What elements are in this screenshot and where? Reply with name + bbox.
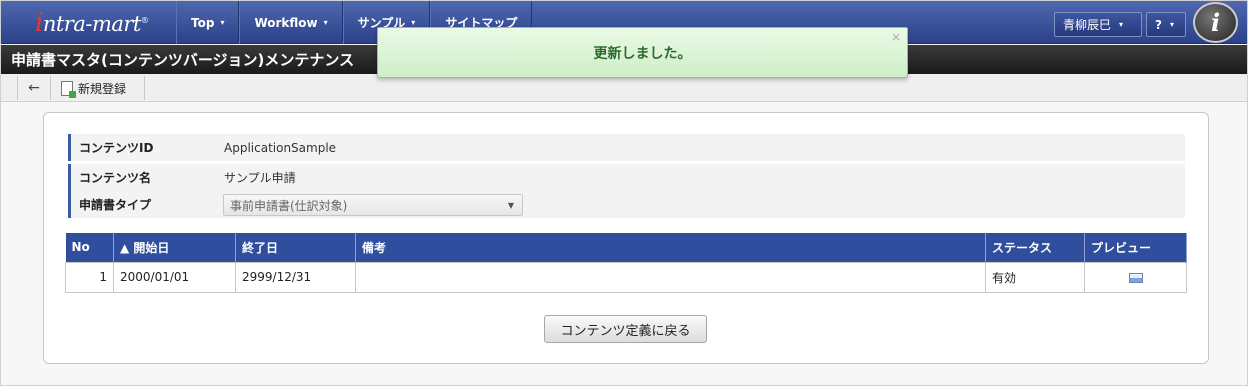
content-id-label: コンテンツID [68,134,218,161]
column-header-status[interactable]: ステータス [985,233,1085,262]
content-name-label: コンテンツ名 [68,164,218,191]
nav-item-workflow-label: Workflow [254,15,318,30]
content-id-value: ApplicationSample [224,140,337,155]
content-id-row: コンテンツID ApplicationSample [68,134,1185,161]
nav-item-top[interactable]: Top ▾ [176,1,240,44]
back-button[interactable]: ← [17,76,51,100]
user-menu-button[interactable]: 青柳辰巳 ▾ [1054,12,1142,37]
new-registration-button[interactable]: 新規登録 [53,76,145,100]
content-name-value: サンプル申請 [224,171,296,185]
new-document-icon [61,80,76,98]
nav-item-top-label: Top [191,15,215,30]
chevron-down-icon: ▾ [411,18,416,27]
chevron-down-icon: ▼ [507,200,514,210]
intra-mart-logo[interactable]: intra-mart® [35,8,149,38]
cell-status: 有効 [985,261,1085,293]
chevron-down-icon: ▾ [1169,20,1174,29]
page-title: 申請書マスタ(コンテンツバージョン)メンテナンス [11,51,355,69]
logo-rest: ntra-mart [42,12,142,36]
form-type-select[interactable]: 事前申請書(仕訳対象) ▼ [223,194,523,216]
cell-preview [1084,261,1187,293]
toolbar: ← 新規登録 [1,74,1247,102]
nav-item-workflow[interactable]: Workflow ▾ [239,1,343,44]
cell-end-date: 2999/12/31 [235,261,356,293]
logo-registered-mark: ® [140,16,149,25]
cell-start-date: 2000/01/01 [113,261,236,293]
table-row[interactable]: 1 2000/01/01 2999/12/31 有効 [65,261,1187,293]
help-menu-button[interactable]: ? ▾ [1146,12,1186,37]
column-header-no: No [65,233,114,262]
column-header-start-date[interactable]: ▲ 開始日 [113,233,236,262]
success-toast: 更新しました。 × [377,27,908,78]
intra-mart-badge-icon[interactable]: i [1193,2,1238,43]
arrow-left-icon: ← [28,80,40,96]
form-type-label: 申請書タイプ [68,191,218,218]
column-header-note[interactable]: 備考 [355,233,986,262]
form-type-selected: 事前申請書(仕訳対象) [230,198,348,213]
toast-message: 更新しました。 [593,45,692,62]
content-name-row: コンテンツ名 サンプル申請 [68,164,1185,191]
new-registration-label: 新規登録 [78,81,127,96]
logo-first-letter: i [35,8,43,38]
back-to-content-definition-button[interactable]: コンテンツ定義に戻る [544,315,707,343]
cell-note [355,261,986,293]
chevron-down-icon: ▾ [220,18,225,27]
version-table: No ▲ 開始日 終了日 備考 ステータス プレビュー 1 2000/01/01… [65,233,1187,293]
close-icon[interactable]: × [891,30,901,44]
preview-icon[interactable] [1128,272,1143,283]
column-header-preview: プレビュー [1084,233,1187,262]
chevron-down-icon: ▾ [323,18,328,27]
chevron-down-icon: ▾ [1119,20,1124,29]
cell-no: 1 [65,261,114,293]
help-label: ? [1155,17,1162,32]
column-header-end-date[interactable]: 終了日 [235,233,356,262]
table-header-row: No ▲ 開始日 終了日 備考 ステータス プレビュー [65,233,1187,262]
user-name: 青柳辰巳 [1063,18,1112,32]
